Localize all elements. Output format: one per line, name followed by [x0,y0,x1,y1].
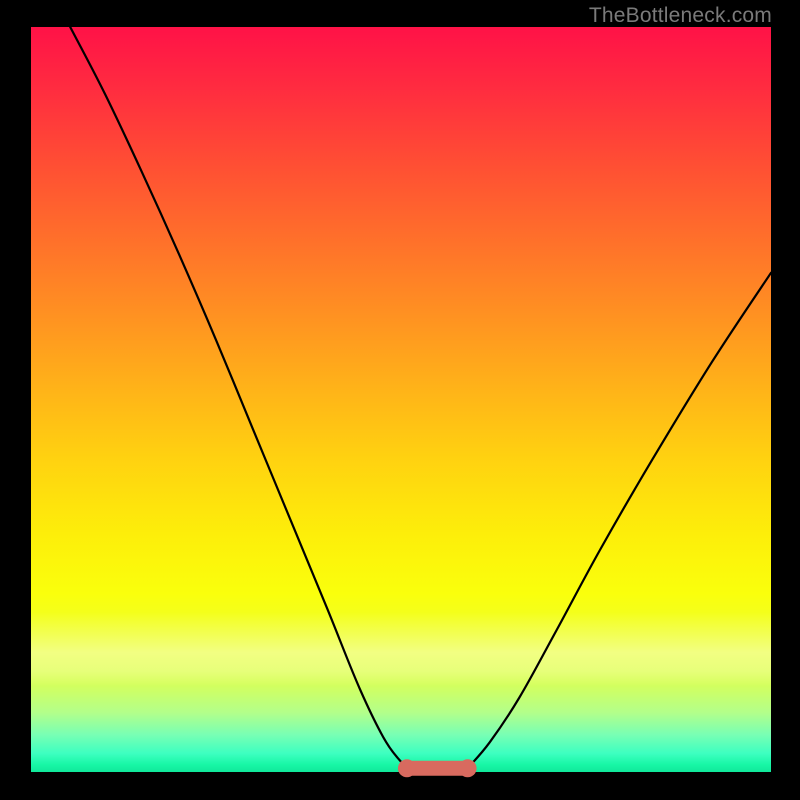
right-curve [468,273,771,769]
watermark-text: TheBottleneck.com [589,4,772,28]
chart-container: TheBottleneck.com [0,0,800,800]
plot-area [31,27,771,772]
curve-layer [31,27,771,772]
left-curve [70,27,407,768]
flat-endpoint-right [459,759,477,777]
flat-endpoint-left [398,759,416,777]
